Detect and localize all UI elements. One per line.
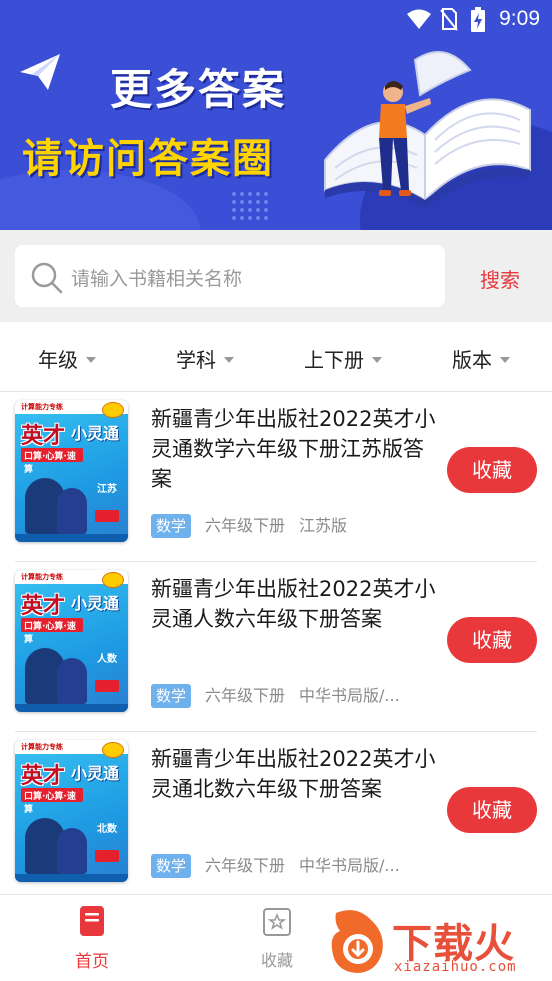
status-time: 9:09 [499, 7, 540, 30]
favorite-button[interactable]: 收藏 [447, 447, 537, 493]
search-icon [31, 262, 63, 294]
favorite-button[interactable]: 收藏 [447, 617, 537, 663]
banner-dots [230, 190, 270, 220]
filter-subject[interactable]: 学科 [176, 344, 234, 373]
favorite-button[interactable]: 收藏 [447, 787, 537, 833]
filter-edition[interactable]: 版本 [452, 344, 510, 373]
cover-grade-mark [95, 510, 119, 522]
caret-down-icon [86, 356, 96, 363]
subject-tag: 数学 [151, 684, 192, 708]
watermark-url: xiazaihuo.com [394, 959, 517, 975]
cover-series: 计算能力专练 [21, 743, 63, 751]
cover-figure [57, 658, 87, 704]
book-tags: 数学 六年级下册 中华书局版/... [151, 684, 400, 708]
subject-tag: 数学 [151, 854, 192, 878]
banner-headline: 更多答案 [110, 65, 287, 114]
search-bar-area: 请输入书籍相关名称 搜索 [0, 230, 552, 322]
filter-label: 年级 [38, 348, 78, 372]
cover-band-text: 口算·心算·速算 [24, 452, 76, 475]
filter-bar: 年级 学科 上下册 版本 [0, 322, 552, 392]
cover-subject: 人数 [97, 654, 117, 665]
cover-grade-mark [95, 850, 119, 862]
flame-logo-icon [331, 910, 383, 973]
nav-home[interactable]: 首页 [62, 905, 122, 972]
search-input[interactable]: 请输入书籍相关名称 [15, 245, 445, 307]
cover-brand: 英才 [21, 594, 66, 619]
filter-label: 版本 [452, 348, 492, 372]
caret-down-icon [372, 356, 382, 363]
banner-subheadline: 请访问答案圈 [22, 136, 274, 182]
reading-book-illustration [324, 51, 531, 208]
battery-charging-icon [471, 7, 485, 32]
cover-grade-mark [95, 680, 119, 692]
nav-favorites-label: 收藏 [260, 951, 293, 970]
book-title[interactable]: 新疆青少年出版社2022英才小灵通数学六年级下册江苏版答案 [151, 404, 436, 494]
filter-grade[interactable]: 年级 [38, 344, 96, 373]
book-list-item[interactable]: 计算能力专练 英才 小灵通 口算·心算·速算 北数 新疆青少年出版社2022英才… [0, 732, 552, 902]
wifi-icon [407, 9, 431, 29]
nav-favorites[interactable]: 收藏 [247, 907, 307, 971]
cover-brand-small: 小灵通 [71, 424, 120, 443]
cover-badge [102, 402, 124, 418]
filter-volume[interactable]: 上下册 [304, 344, 382, 373]
status-bar: 9:09 [0, 0, 552, 40]
cover-figure [57, 828, 87, 874]
cover-band-text: 口算·心算·速算 [24, 792, 76, 815]
cover-subject: 江苏 [97, 484, 117, 495]
edition-tag: 中华书局版/... [299, 686, 400, 705]
book-icon [80, 906, 104, 936]
nav-home-label: 首页 [75, 952, 109, 972]
cover-figure [57, 488, 87, 534]
cover-brand: 英才 [21, 424, 66, 449]
cover-subject: 北数 [97, 824, 117, 835]
book-list-item[interactable]: 计算能力专练 英才 小灵通 口算·心算·速算 人数 新疆青少年出版社2022英才… [0, 562, 552, 732]
caret-down-icon [500, 356, 510, 363]
book-tags: 数学 六年级下册 中华书局版/... [151, 854, 400, 878]
cover-badge [102, 572, 124, 588]
subject-tag: 数学 [151, 514, 192, 538]
cover-series: 计算能力专练 [21, 573, 63, 581]
edition-tag: 江苏版 [299, 516, 348, 535]
cover-badge [102, 742, 124, 758]
caret-down-icon [224, 356, 234, 363]
book-tags: 数学 六年级下册 江苏版 [151, 514, 347, 538]
book-title[interactable]: 新疆青少年出版社2022英才小灵通人数六年级下册答案 [151, 574, 436, 634]
paper-plane-icon [20, 54, 60, 90]
cover-series: 计算能力专练 [21, 403, 63, 411]
grade-tag: 六年级下册 [205, 516, 286, 535]
book-cover[interactable]: 计算能力专练 英才 小灵通 口算·心算·速算 人数 [15, 570, 128, 712]
filter-label: 学科 [176, 348, 216, 372]
search-button[interactable]: 搜索 [480, 264, 520, 293]
cover-brand-small: 小灵通 [71, 764, 120, 783]
cover-brand: 英才 [21, 764, 66, 789]
book-cover[interactable]: 计算能力专练 英才 小灵通 口算·心算·速算 江苏 [15, 400, 128, 542]
edition-tag: 中华书局版/... [299, 856, 400, 875]
search-placeholder: 请输入书籍相关名称 [71, 268, 243, 290]
book-list-item[interactable]: 计算能力专练 英才 小灵通 口算·心算·速算 江苏 新疆青少年出版社2022英才… [0, 392, 552, 562]
cover-band-text: 口算·心算·速算 [24, 622, 76, 645]
grade-tag: 六年级下册 [205, 856, 286, 875]
top-banner[interactable]: 9:09 更多答案 请访问答案圈 [0, 0, 552, 230]
book-title[interactable]: 新疆青少年出版社2022英才小灵通北数六年级下册答案 [151, 744, 436, 804]
filter-label: 上下册 [304, 348, 364, 372]
no-sim-icon [440, 8, 458, 31]
cover-brand-small: 小灵通 [71, 594, 120, 613]
book-cover[interactable]: 计算能力专练 英才 小灵通 口算·心算·速算 北数 [15, 740, 128, 882]
grade-tag: 六年级下册 [205, 686, 286, 705]
star-box-icon [263, 908, 291, 936]
watermark-logo: 下载火 xiazaihuo.com [326, 905, 552, 981]
